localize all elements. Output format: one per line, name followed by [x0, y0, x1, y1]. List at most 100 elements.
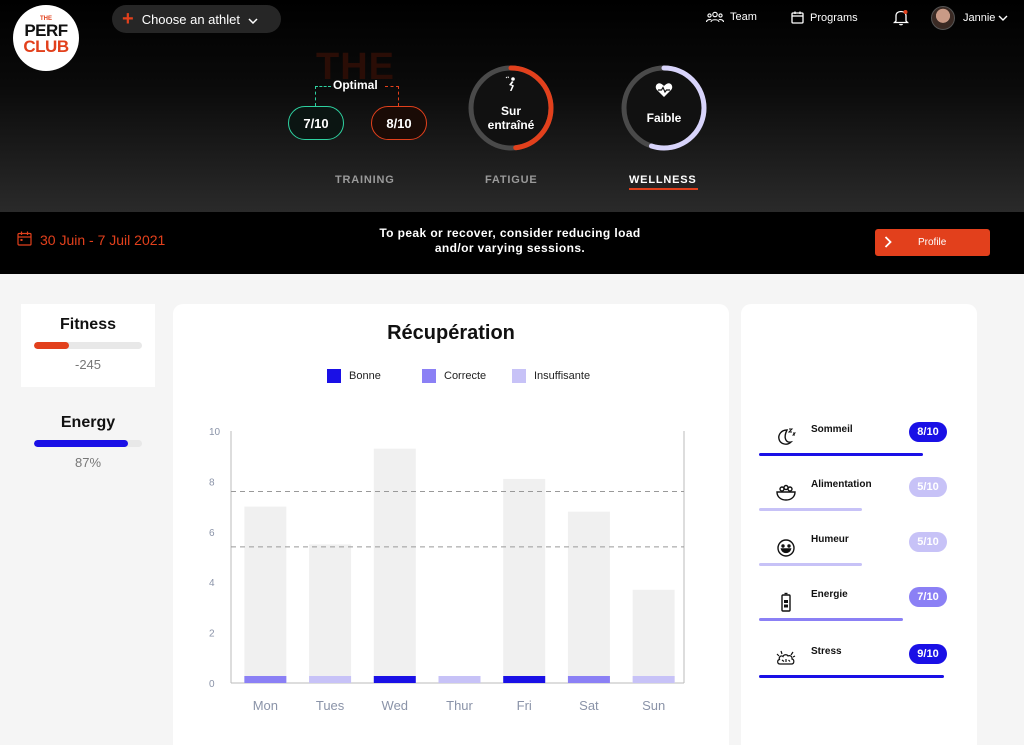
x-tick-label: Wed: [382, 698, 409, 713]
team-icon: [706, 11, 724, 23]
header: THE PERF CLUB + Choose an athlet Team Pr…: [0, 0, 1024, 212]
wellness-gauge-ring: [621, 65, 707, 151]
fatigue-status-line2: entraîné: [487, 118, 535, 132]
advice-banner: 30 Juin - 7 Juil 2021 To peak or recover…: [0, 212, 1024, 274]
plus-icon: +: [122, 8, 134, 30]
y-tick-label: 4: [209, 578, 215, 589]
tab-fatigue[interactable]: FATIGUE: [485, 174, 537, 186]
wellness-score-badge: 7/10: [909, 587, 947, 607]
x-tick-label: Fri: [517, 698, 532, 713]
nav-programs-label: Programs: [810, 11, 858, 24]
active-tab-indicator: [629, 188, 698, 190]
wellness-item-label: Alimentation: [811, 479, 872, 490]
bar-status-mon: [244, 676, 287, 683]
wellness-gauge[interactable]: Faible: [620, 64, 708, 152]
bar-sat: [567, 511, 610, 683]
battery-icon: [775, 591, 797, 613]
tab-wellness[interactable]: WELLNESS: [629, 174, 697, 186]
fitness-bar: [34, 342, 142, 349]
profile-button-label: Profile: [918, 237, 947, 248]
fitness-title: Fitness: [59, 316, 116, 333]
wellness-status: Faible: [646, 111, 682, 125]
perf-club-logo[interactable]: THE PERF CLUB: [13, 5, 79, 71]
energy-title: Energy: [60, 414, 116, 431]
notifications-button[interactable]: [893, 9, 909, 26]
fitness-bar-fill: [34, 342, 69, 349]
y-tick-label: 6: [209, 528, 215, 539]
y-tick-label: 0: [209, 679, 215, 690]
wellness-item-sommeil[interactable]: Sommeil 8/10: [741, 422, 977, 474]
chevron-down-icon: [998, 15, 1008, 21]
wellness-details-card: Sommeil 8/10 Alimentation 5/10 Humeur 5/…: [741, 304, 977, 745]
date-range[interactable]: 30 Juin - 7 Juil 2021: [17, 231, 165, 249]
user-menu[interactable]: Jannie: [931, 6, 1008, 30]
wellness-item-energie[interactable]: Energie 7/10: [741, 587, 977, 639]
wellness-score-badge: 5/10: [909, 477, 947, 497]
bar-status-wed: [373, 676, 416, 683]
energy-bar-fill: [34, 440, 128, 447]
avatar: [931, 6, 955, 30]
date-range-text: 30 Juin - 7 Juil 2021: [40, 232, 166, 248]
fatigue-gauge[interactable]: Sur entraîné: [467, 64, 555, 152]
food-bowl-icon: [775, 481, 797, 503]
advice-text: To peak or recover, consider reducing lo…: [379, 226, 641, 255]
wellness-level-line: [759, 563, 862, 566]
bar-sun: [632, 589, 675, 683]
calendar-icon: [791, 11, 804, 24]
training-high-value[interactable]: 8/10: [371, 106, 427, 140]
y-tick-label: 10: [209, 427, 221, 438]
athlete-select-label: Choose an athlet: [141, 11, 240, 27]
energy-bar: [34, 440, 142, 447]
fitness-value: -245: [74, 357, 102, 372]
wellness-item-alimentation[interactable]: Alimentation 5/10: [741, 477, 977, 529]
wellness-level-line: [759, 675, 944, 678]
wellness-item-label: Stress: [811, 646, 842, 657]
chevron-right-icon: [884, 235, 914, 251]
training-status-label: Optimal: [333, 78, 378, 92]
runner-icon: [467, 76, 555, 95]
training-connector-right: [385, 86, 399, 106]
bar-status-thur: [438, 676, 481, 683]
wellness-item-label: Humeur: [811, 534, 849, 545]
stress-brain-icon: [775, 648, 797, 670]
wellness-score-badge: 5/10: [909, 532, 947, 552]
wellness-score-badge: 8/10: [909, 422, 947, 442]
profile-button[interactable]: Profile: [875, 229, 990, 256]
bar-status-fri: [503, 676, 546, 683]
y-tick-label: 2: [209, 629, 215, 640]
wellness-level-line: [759, 508, 862, 511]
nav-team-label: Team: [730, 11, 757, 23]
calendar-icon: [17, 231, 32, 249]
x-tick-label: Tues: [316, 698, 345, 713]
heart-pulse-icon: [620, 82, 708, 101]
wellness-level-line: [759, 453, 923, 456]
bar-wed: [373, 448, 416, 683]
bell-icon: [893, 9, 909, 26]
energy-card: Energy 87%: [21, 403, 155, 486]
user-name: Jannie: [963, 12, 996, 24]
bar-status-sat: [567, 676, 610, 683]
sleep-icon: [775, 426, 797, 448]
training-connector-left: [315, 86, 331, 106]
bar-fri: [503, 478, 546, 683]
bar-tues: [309, 544, 352, 683]
fatigue-status-line1: Sur: [500, 104, 521, 118]
training-low-value[interactable]: 7/10: [288, 106, 344, 140]
wellness-item-label: Sommeil: [811, 424, 853, 435]
recuperation-chart-card: Récupération Bonne Correcte Insuffisante…: [173, 304, 729, 745]
wellness-item-humeur[interactable]: Humeur 5/10: [741, 532, 977, 584]
wellness-item-stress[interactable]: Stress 9/10: [741, 644, 977, 696]
energy-value: 87%: [74, 455, 102, 470]
nav-programs[interactable]: Programs: [791, 11, 858, 24]
athlete-select[interactable]: + Choose an athlet: [112, 5, 281, 33]
bar-status-tues: [309, 676, 352, 683]
chevron-down-icon: [248, 12, 258, 27]
wellness-level-line: [759, 618, 903, 621]
x-tick-label: Thur: [446, 698, 473, 713]
bar-mon: [244, 506, 287, 683]
smiley-icon: [775, 536, 797, 558]
nav-team[interactable]: Team: [706, 11, 757, 23]
x-tick-label: Sat: [579, 698, 599, 713]
tab-training[interactable]: TRAINING: [335, 174, 395, 186]
fitness-card: Fitness -245: [21, 304, 155, 387]
